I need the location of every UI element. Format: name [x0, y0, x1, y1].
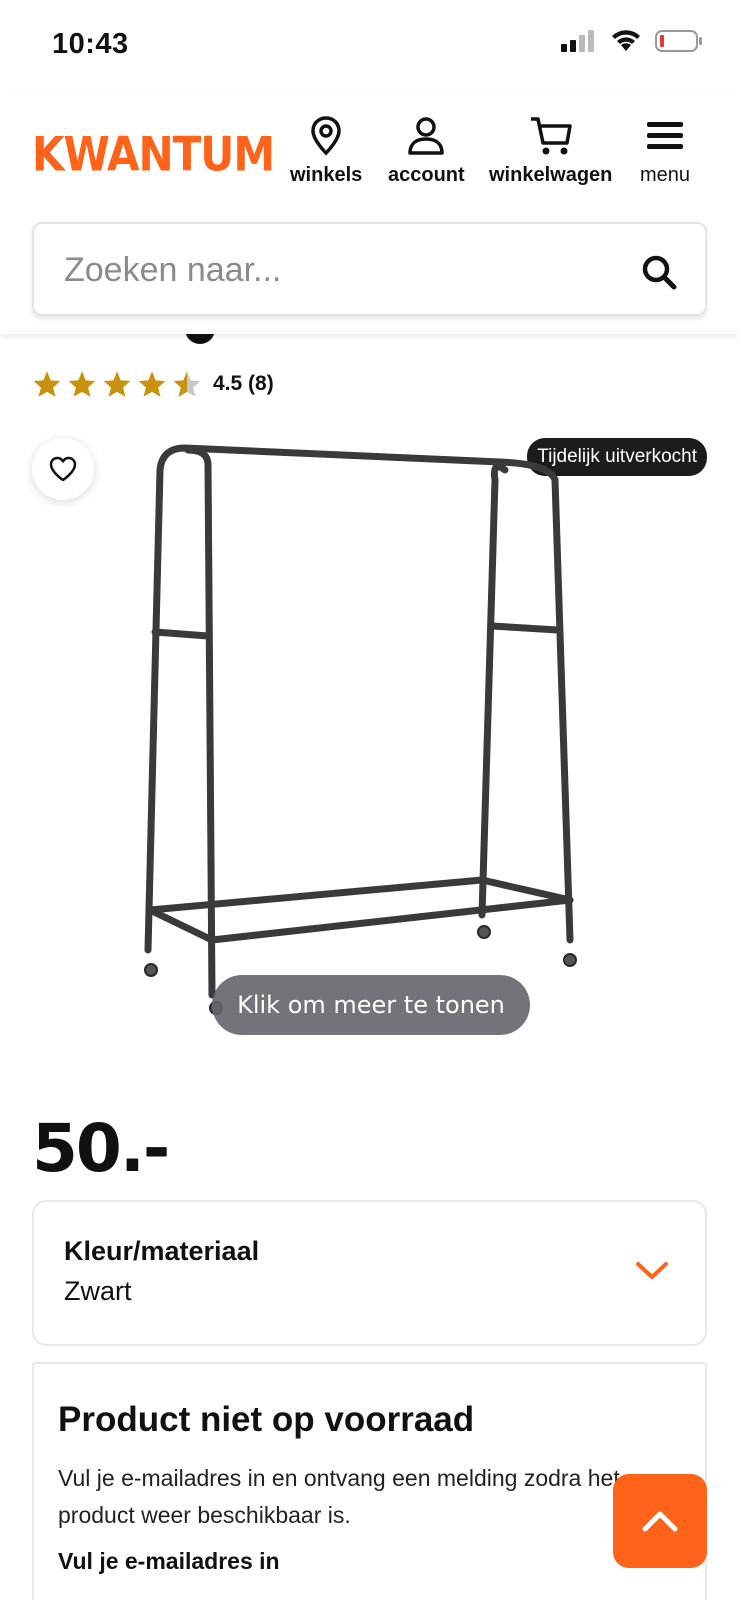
nav-menu[interactable]: menu [640, 116, 690, 187]
chevron-down-icon [636, 1262, 668, 1279]
star-icon [68, 371, 96, 397]
out-of-stock-notice: Product niet op voorraad Vul je e-mailad… [32, 1362, 707, 1600]
stock-description: Vul je e-mailadres in en ontvang een mel… [58, 1465, 620, 1528]
status-bar: 10:43 [0, 0, 739, 92]
signal-icon [561, 30, 594, 52]
half-star-icon [173, 371, 201, 397]
heart-icon [49, 456, 77, 482]
chevron-up-icon [642, 1511, 678, 1532]
variant-value: Zwart [64, 1276, 132, 1306]
nav-winkelwagen[interactable]: winkelwagen [489, 116, 612, 187]
nav-winkels-label: winkels [290, 164, 363, 186]
star-icon [138, 371, 166, 397]
show-more-images-button[interactable]: Klik om meer te tonen [212, 975, 530, 1035]
email-field-label: Vul je e-mailadres in [58, 1548, 280, 1574]
product-price: 50.- [32, 1110, 170, 1187]
variant-title: Kleur/materiaal [64, 1236, 260, 1266]
back-to-top-button[interactable] [613, 1474, 707, 1568]
rating-text: 4.5 (8) [213, 372, 274, 395]
search-bar [32, 222, 707, 316]
variant-selector[interactable]: Kleur/materiaal Zwart [32, 1200, 707, 1346]
location-pin-icon [311, 116, 341, 156]
wifi-icon [612, 30, 640, 51]
user-icon [408, 117, 445, 155]
nav-account[interactable]: account [388, 116, 465, 187]
favorite-button[interactable] [32, 438, 94, 500]
nav-winkelwagen-label: winkelwagen [489, 164, 613, 186]
cart-icon [530, 117, 572, 155]
stock-title: Product niet op voorraad [58, 1400, 475, 1439]
search-input[interactable] [64, 244, 624, 296]
star-icon [103, 371, 131, 397]
site-header: KWANTUM winkels account winkelwagen menu [0, 92, 739, 334]
hamburger-icon [647, 122, 684, 149]
status-icons [561, 30, 703, 52]
nav-winkels[interactable]: winkels [290, 116, 362, 187]
battery-icon [655, 30, 702, 52]
kwantum-logo[interactable]: KWANTUM [32, 127, 275, 182]
search-icon[interactable] [639, 252, 679, 292]
product-image[interactable] [130, 440, 610, 1040]
star-icon [33, 371, 61, 397]
nav-menu-label: menu [640, 164, 691, 186]
status-time: 10:43 [52, 28, 129, 60]
product-rating[interactable]: 4.5 (8) [32, 370, 274, 398]
nav-account-label: account [388, 164, 465, 186]
